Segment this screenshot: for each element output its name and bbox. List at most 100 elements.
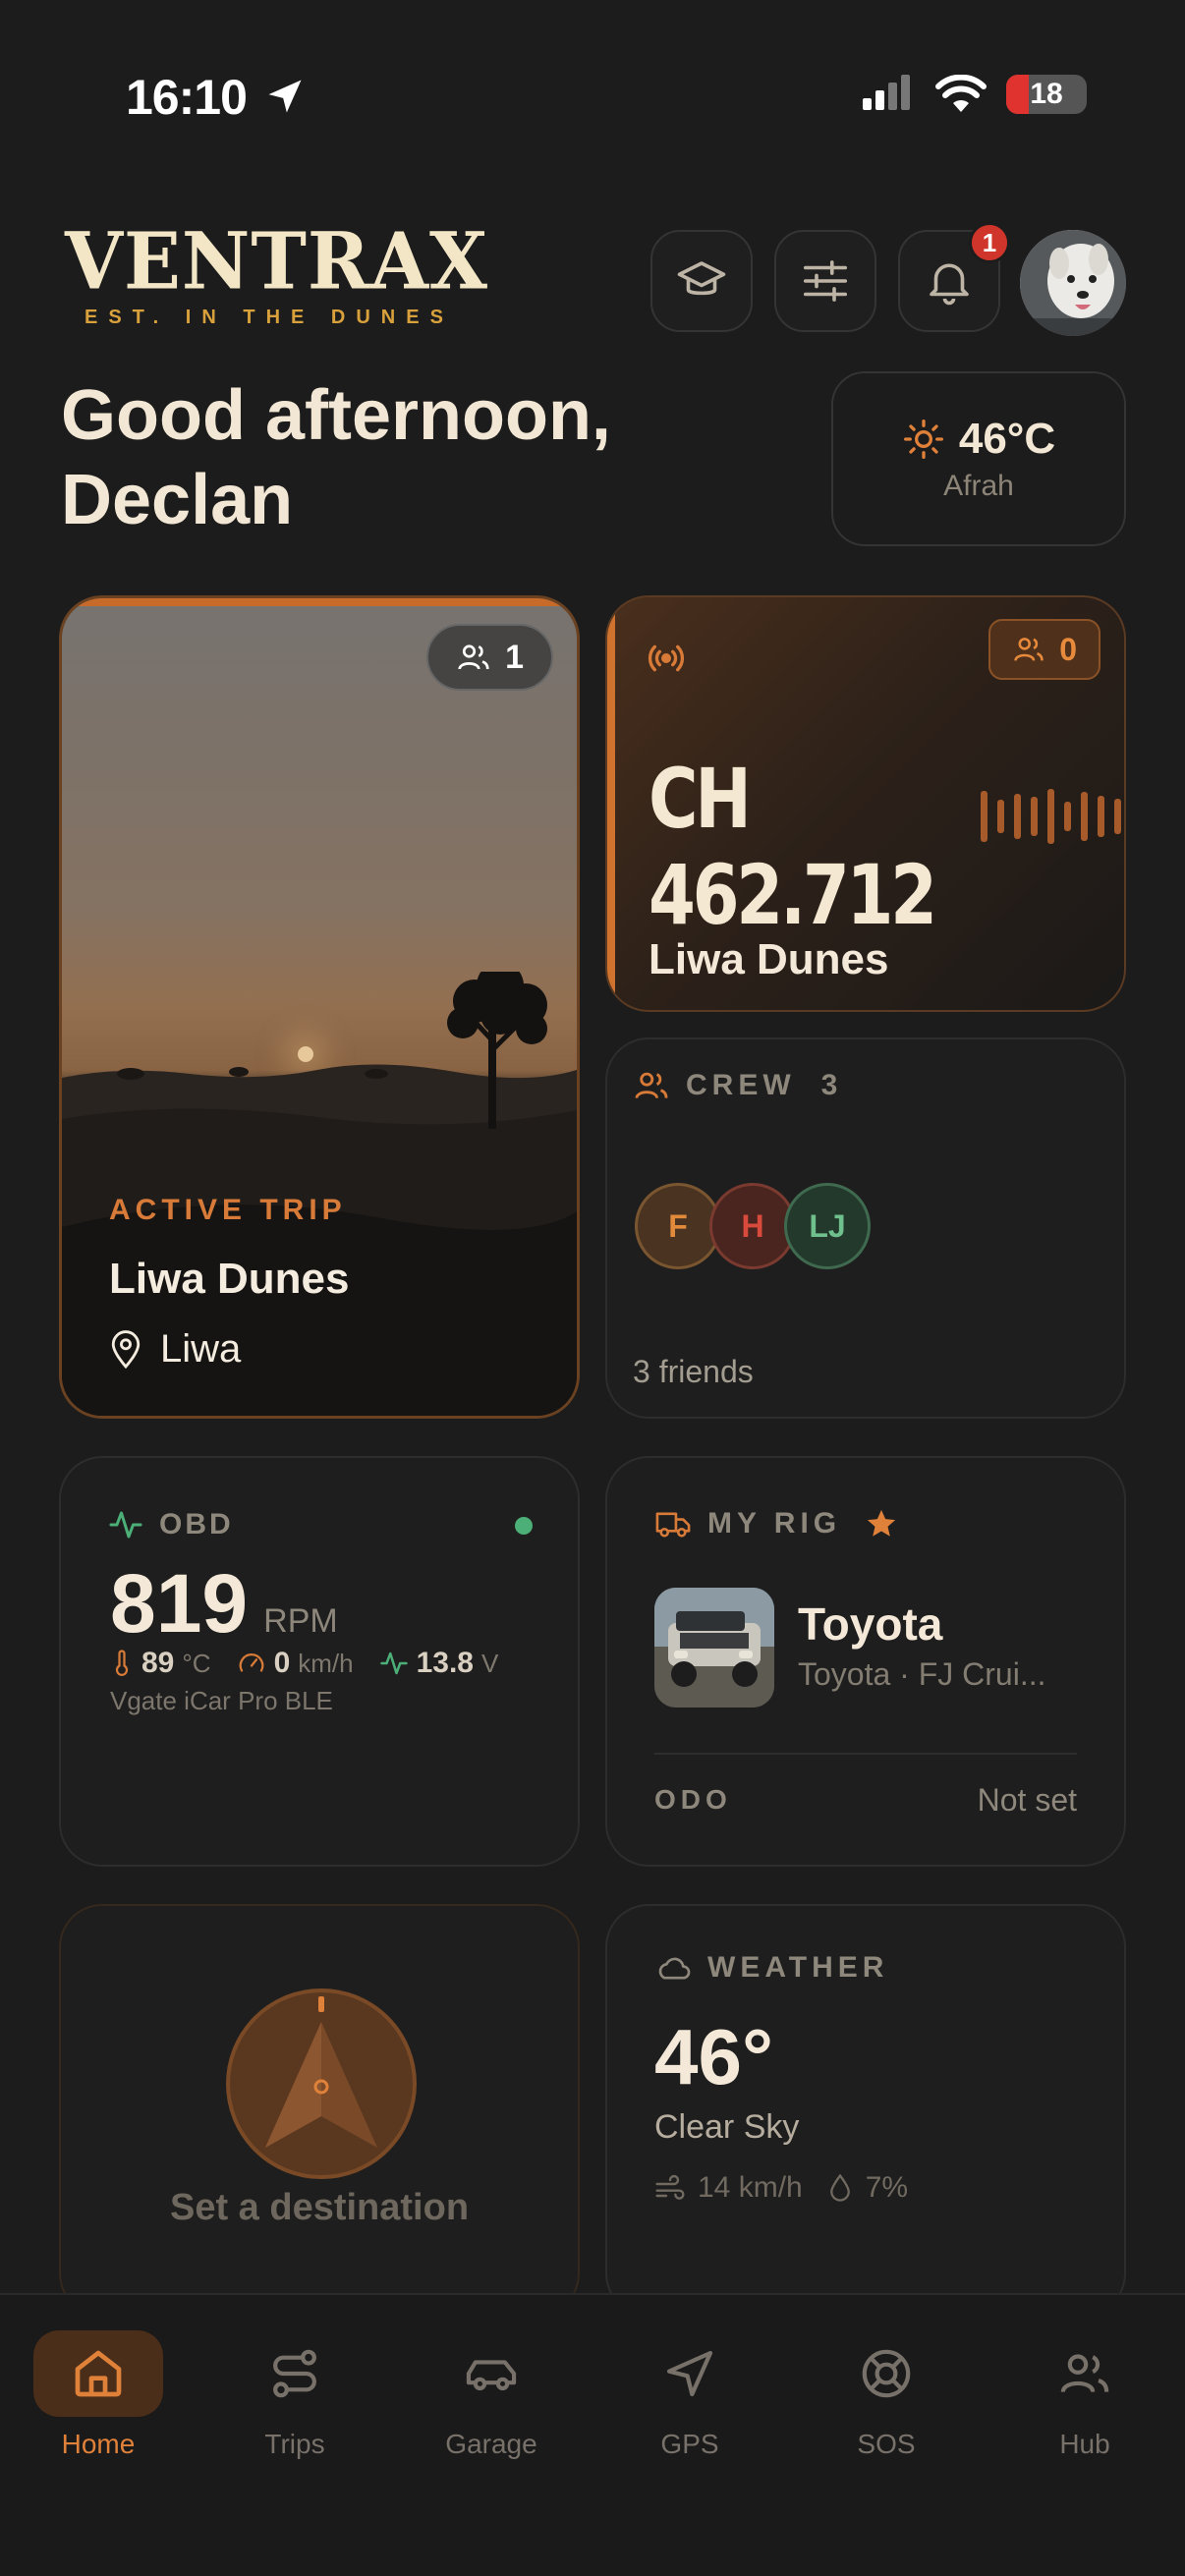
obd-card[interactable]: OBD 819 RPM 89 °C 0 km/h 13.8 V Vgate iC… [59,1456,580,1867]
obd-header: OBD [108,1507,234,1542]
wifi-icon [935,75,987,112]
battery-indicator: 18 [1006,75,1087,114]
broadcast-icon [648,644,685,672]
speedometer-icon [239,1653,263,1672]
crew-avatar[interactable]: LJ [784,1183,871,1269]
filters-button[interactable] [774,230,876,332]
weather-card[interactable]: WEATHER 46° Clear Sky 14 km/h 7% [605,1904,1126,2317]
route-icon [273,2349,316,2398]
active-trip-title: Liwa Dunes [109,1255,350,1303]
coolant-value: 89 [141,1647,175,1679]
my-rig-card[interactable]: MY RIG Toyota Toyota · FJ Crui... ODO No… [605,1456,1126,1867]
speed-value: 0 [273,1647,291,1679]
rig-make: Toyota [798,1598,943,1650]
truck-icon [655,1512,691,1538]
crew-avatar[interactable]: F [635,1183,721,1269]
coolant-unit: °C [182,1648,211,1678]
set-destination-text: Set a destination [169,2187,470,2228]
nav-sos-label: SOS [857,2429,916,2459]
voltage-unit: V [480,1648,499,1678]
status-time: 16:10 [126,70,248,125]
nav-sos[interactable]: SOS [798,2330,975,2460]
users-icon [1014,638,1044,661]
users-icon [1060,2354,1109,2393]
trip-participants-pill: 1 [426,624,553,691]
nav-garage[interactable]: Garage [403,2330,580,2460]
obd-stats: 89 °C 0 km/h 13.8 V [110,1647,516,1680]
rpm-unit: RPM [263,1602,338,1640]
graduation-cap-icon [677,261,726,296]
home-icon [75,2350,122,2397]
channel-accent-bar [607,597,615,1010]
brand-name: VENTRAX [65,214,489,308]
weather-chip-temp: 46°C [958,415,1056,463]
odometer-value: Not set [977,1782,1077,1818]
nav-home[interactable]: Home [10,2330,187,2460]
rig-model: Toyota · FJ Crui... [798,1656,1046,1692]
nav-gps[interactable]: GPS [601,2330,778,2460]
cloud-icon [658,1957,691,1980]
obd-connected-dot [515,1517,533,1535]
active-trip-card[interactable]: 1 ACTIVE TRIP Liwa Dunes Liwa [59,595,580,1419]
audio-level-bars [981,782,1124,851]
thermometer-icon [115,1650,129,1676]
crew-card[interactable]: CREW 3 F H LJ 3 friends [605,1037,1126,1419]
location-arrow-icon [268,80,302,113]
odometer-label: ODO [654,1784,732,1815]
crew-avatar[interactable]: H [709,1183,796,1269]
crew-count: 3 [820,1069,843,1101]
weather-meta: 14 km/h 7% [654,2171,908,2205]
map-pin-icon [111,1329,141,1369]
brand-logo: VENTRAX EST. IN THE DUNES [65,214,489,329]
star-icon[interactable] [865,1507,898,1540]
user-avatar[interactable] [1020,230,1126,336]
nav-hub[interactable]: Hub [996,2330,1173,2460]
activity-icon [379,1652,408,1675]
battery-level: 18 [1030,78,1063,110]
wind-icon [655,2174,685,2200]
status-indicators: 18 [861,75,1087,114]
nav-trips[interactable]: Trips [206,2330,383,2460]
cellular-signal-icon [863,75,910,110]
obd-device-name: Vgate iCar Pro BLE [110,1686,333,1715]
nav-garage-label: Garage [445,2429,537,2459]
learn-button[interactable] [650,230,753,332]
users-icon [458,644,489,670]
crew-avatar-stack: F H LJ [635,1183,871,1269]
rig-header: MY RIG [654,1507,898,1540]
brand-tagline: EST. IN THE DUNES [85,307,454,328]
sun-icon [903,420,943,459]
users-icon [635,1072,668,1099]
weather-label: WEATHER [707,1951,889,1984]
channel-listener-count: 0 [1059,631,1077,667]
greeting-line-1: Good afternoon, [61,376,611,455]
greeting: Good afternoon, Declan [61,373,611,542]
notification-badge: 1 [969,222,1010,263]
crew-header: CREW 3 [633,1067,842,1104]
weather-condition: Clear Sky [654,2108,800,2146]
trip-participant-count: 1 [505,638,524,676]
crew-friends-count: 3 friends [633,1354,754,1389]
bottom-nav: Home Trips Garage GPS SOS Hub [0,2293,1185,2576]
weather-chip-location: Afrah [943,470,1014,502]
crew-label: CREW [686,1069,796,1101]
vehicle-photo [654,1588,774,1708]
radio-channel-card[interactable]: 0 CH 462.712 Liwa Dunes [605,595,1126,1012]
nav-hub-label: Hub [1059,2429,1110,2459]
set-destination-card[interactable]: Set a destination [59,1904,580,2317]
nav-trips-label: Trips [264,2429,325,2459]
navigation-icon [666,2350,713,2397]
channel-name: Liwa Dunes [649,935,889,983]
notifications-button[interactable]: 1 [898,222,1010,332]
weather-chip[interactable]: 46°C Afrah [831,371,1126,546]
active-trip-location-text: Liwa [160,1327,242,1371]
compass-icon [226,1988,417,2179]
sliders-icon [803,260,848,302]
obd-rpm: 819 RPM [110,1556,338,1652]
obd-label: OBD [159,1508,234,1540]
humidity-icon [829,2173,850,2202]
rig-label: MY RIG [707,1507,842,1540]
active-trip-label: ACTIVE TRIP [109,1194,347,1226]
car-icon [466,2360,517,2391]
nav-gps-label: GPS [660,2429,719,2459]
